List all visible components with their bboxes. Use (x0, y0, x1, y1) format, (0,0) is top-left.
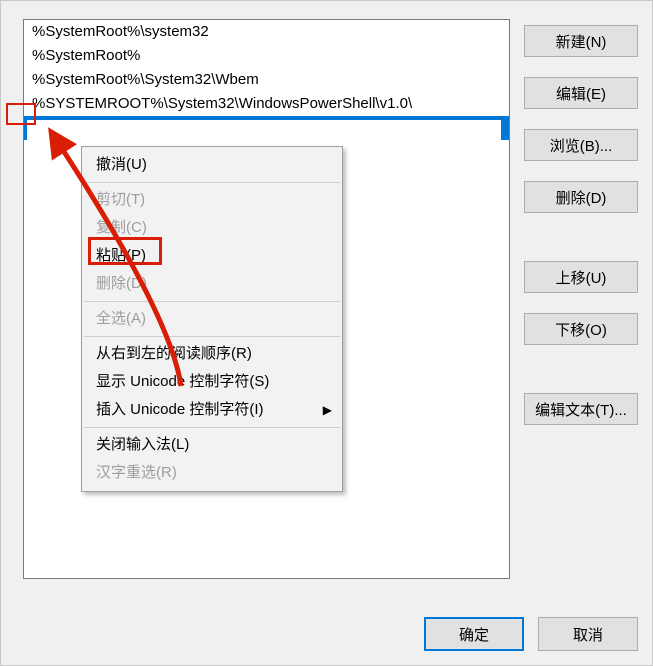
edit-cell-input[interactable] (27, 120, 501, 144)
footer-buttons: 确定 取消 (424, 617, 638, 651)
edittext-button[interactable]: 编辑文本(T)... (524, 393, 638, 425)
list-item[interactable]: %SystemRoot%\System32\Wbem (24, 68, 509, 92)
list-item[interactable]: %SYSTEMROOT%\System32\WindowsPowerShell\… (24, 92, 509, 116)
menu-ime-reconv[interactable]: 汉字重选(R) (82, 459, 342, 487)
menu-separator (84, 427, 340, 428)
moveup-button[interactable]: 上移(U) (524, 261, 638, 293)
menu-selectall[interactable]: 全选(A) (82, 305, 342, 333)
menu-undo[interactable]: 撤消(U) (82, 151, 342, 179)
movedown-button[interactable]: 下移(O) (524, 313, 638, 345)
list-item[interactable]: %SystemRoot%\system32 (24, 20, 509, 44)
browse-button[interactable]: 浏览(B)... (524, 129, 638, 161)
menu-separator (84, 182, 340, 183)
menu-delete[interactable]: 删除(D) (82, 270, 342, 298)
menu-paste[interactable]: 粘贴(P) (82, 242, 342, 270)
menu-separator (84, 336, 340, 337)
ok-button[interactable]: 确定 (424, 617, 524, 651)
side-buttons: 新建(N) 编辑(E) 浏览(B)... 删除(D) 上移(U) 下移(O) 编… (524, 19, 638, 579)
submenu-arrow-icon: ▶ (323, 396, 332, 424)
edit-button[interactable]: 编辑(E) (524, 77, 638, 109)
env-path-editor-window: %SystemRoot%\system32 %SystemRoot% %Syst… (0, 0, 653, 666)
menu-rtl[interactable]: 从右到左的阅读顺序(R) (82, 340, 342, 368)
new-button[interactable]: 新建(N) (524, 25, 638, 57)
cancel-button[interactable]: 取消 (538, 617, 638, 651)
delete-button[interactable]: 删除(D) (524, 181, 638, 213)
menu-cut[interactable]: 剪切(T) (82, 186, 342, 214)
list-item[interactable]: %SystemRoot% (24, 44, 509, 68)
menu-separator (84, 301, 340, 302)
menu-insert-unicode[interactable]: 插入 Unicode 控制字符(I) ▶ (82, 396, 342, 424)
menu-close-ime[interactable]: 关闭输入法(L) (82, 431, 342, 459)
menu-show-unicode[interactable]: 显示 Unicode 控制字符(S) (82, 368, 342, 396)
menu-copy[interactable]: 复制(C) (82, 214, 342, 242)
menu-insert-unicode-label: 插入 Unicode 控制字符(I) (96, 401, 264, 418)
context-menu[interactable]: 撤消(U) 剪切(T) 复制(C) 粘贴(P) 删除(D) 全选(A) 从右到左… (81, 146, 343, 492)
